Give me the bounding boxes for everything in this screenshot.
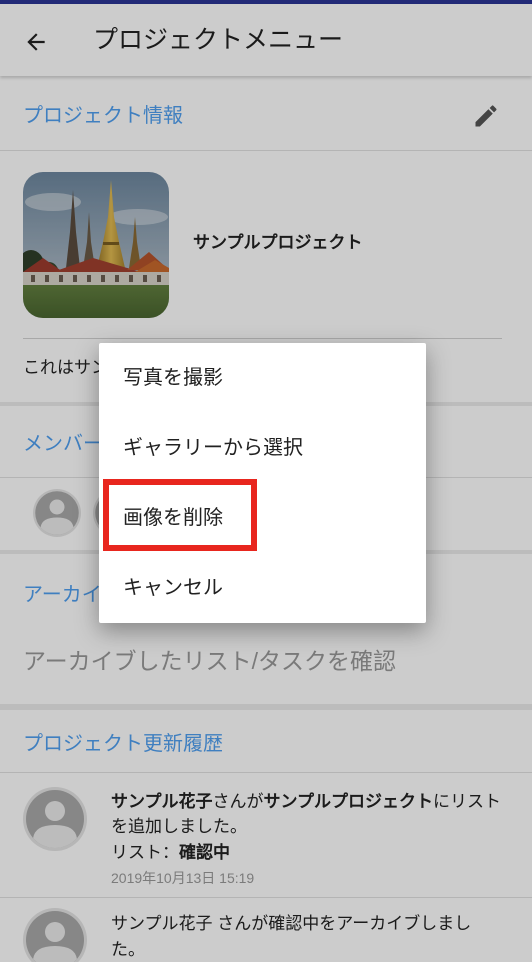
dialog-item-label: 写真を撮影 bbox=[123, 367, 223, 389]
dialog-item-choose-from-gallery[interactable]: ギャラリーから選択 bbox=[99, 413, 426, 483]
dialog-item-cancel[interactable]: キャンセル bbox=[99, 553, 426, 623]
highlight-box bbox=[103, 479, 257, 551]
dialog-item-label: ギャラリーから選択 bbox=[123, 437, 303, 459]
app-screen: プロジェクトメニュー プロジェクト情報 サンプルプロジェクト これはサン メンバ… bbox=[0, 0, 532, 962]
dialog-item-take-photo[interactable]: 写真を撮影 bbox=[99, 343, 426, 413]
dialog-item-label: キャンセル bbox=[123, 577, 223, 599]
